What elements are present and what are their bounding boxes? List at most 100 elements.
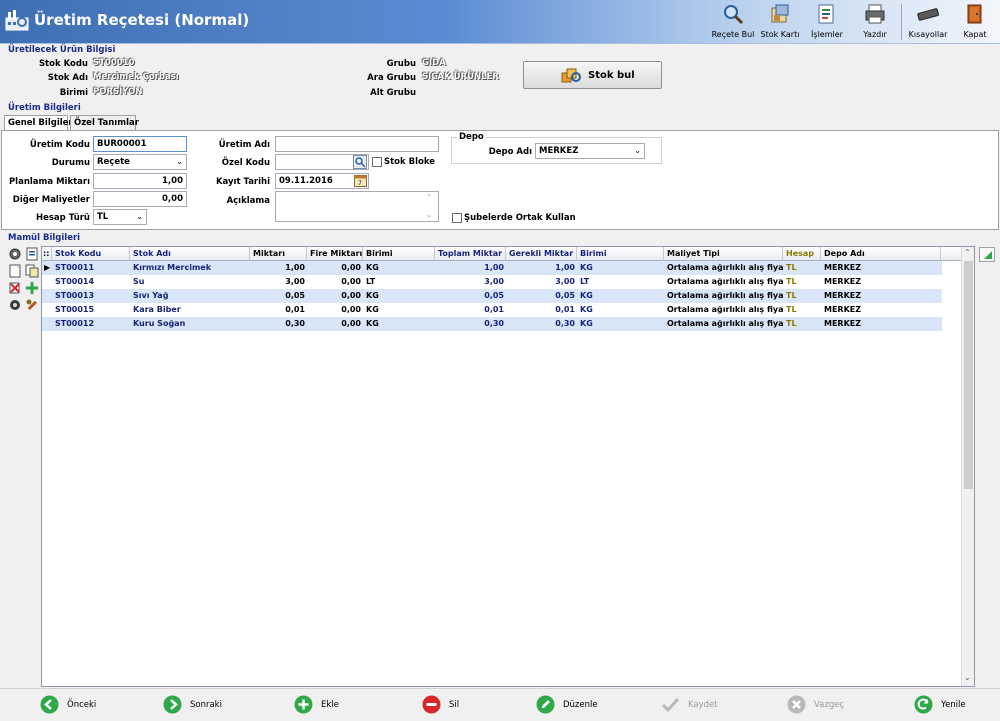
materials-title: Mamül Bilgileri [8, 233, 81, 243]
cell-fire-miktari: 0,00 [341, 291, 361, 300]
tab-ozel-tanimlar[interactable]: Özel Tanımlar [70, 115, 139, 131]
col-header-birimi-1[interactable]: Birimi [363, 247, 435, 261]
table-row[interactable]: ST00013 Sıvı Yağ 0,05 0,00 KG 0,05 0,05 … [42, 289, 942, 303]
cell-fire-miktari: 0,00 [341, 319, 361, 328]
col-header-stok-kodu[interactable]: Stok Kodu [52, 247, 130, 261]
factory-icon [5, 10, 29, 31]
col-header-birimi-2[interactable]: Birimi [577, 247, 664, 261]
table-row[interactable]: ▶ ST00011 Kırmızı Mercimek 1,00 0,00 KG … [42, 261, 942, 275]
uretim-kodu-input[interactable]: BUR00001 [93, 136, 187, 152]
cell-birimi-2: LT [580, 277, 590, 286]
column-chooser-button[interactable] [979, 247, 995, 262]
chevron-down-icon: ⌄ [176, 157, 183, 166]
stok-bloke-checkbox[interactable] [372, 157, 382, 167]
ara-grubu-label: Ara Grubu [367, 73, 416, 83]
tools-icon[interactable] [25, 298, 39, 312]
diger-maliyetler-input[interactable]: 0,00 [93, 191, 187, 207]
depo-adi-label: Depo Adı [488, 147, 532, 157]
col-header-hesap[interactable]: Hesap [783, 247, 821, 261]
settings-icon[interactable] [8, 298, 22, 312]
uretim-kodu-label: Üretim Kodu [29, 140, 90, 150]
cell-depo-adi: MERKEZ [824, 305, 862, 314]
planlama-miktari-label: Planlama Miktarı [8, 177, 90, 187]
gear-icon[interactable] [8, 247, 22, 261]
recete-bul-button[interactable]: Reçete Bul [709, 2, 757, 42]
delete-row-icon[interactable] [8, 281, 22, 295]
scroll-up-icon[interactable]: ⌃ [426, 193, 432, 201]
cell-stok-kodu: ST00014 [55, 277, 95, 286]
table-row[interactable]: ST00014 Su 3,00 0,00 LT 3,00 3,00 LT Ort… [42, 275, 942, 289]
scroll-up-arrow-icon[interactable]: ⌃ [964, 248, 971, 257]
cell-fire-miktari: 0,00 [341, 277, 361, 286]
operations-icon [818, 4, 834, 24]
scrollbar-thumb[interactable] [964, 261, 973, 489]
islemler-button[interactable]: İşlemler [806, 2, 848, 42]
stok-adi-label: Stok Adı [47, 73, 88, 83]
hesap-turu-select[interactable]: TL ⌄ [93, 209, 147, 225]
cell-maliyet-tipi: Ortalama ağırlıklı alış fiyatı [667, 263, 783, 272]
new-document-icon[interactable] [8, 264, 22, 278]
arrow-right-icon [163, 695, 182, 714]
cell-hesap: TL [786, 277, 797, 286]
edit-icon [536, 695, 555, 714]
add-row-icon[interactable] [25, 281, 39, 295]
planlama-miktari-input[interactable]: 1,00 [93, 173, 187, 189]
kaydet-label: Kaydet [688, 700, 718, 710]
cell-miktari: 1,00 [285, 263, 305, 272]
stok-karti-button[interactable]: Stok Kartı [758, 2, 802, 42]
aciklama-input[interactable] [275, 191, 439, 222]
col-header-maliyet-tipi[interactable]: Maliyet Tipi [664, 247, 783, 261]
keyboard-icon [917, 8, 939, 21]
cell-birimi: KG [366, 319, 379, 328]
refresh-icon [914, 695, 933, 714]
uretim-adi-input[interactable] [275, 136, 439, 152]
scroll-down-arrow-icon[interactable]: ⌄ [964, 673, 971, 682]
subelerde-checkbox[interactable] [452, 213, 462, 223]
stok-bul-button[interactable]: Stok bul [523, 61, 662, 89]
col-header-stok-adi[interactable]: Stok Adı [130, 247, 250, 261]
document-icon[interactable] [25, 247, 39, 261]
sonraki-label: Sonraki [190, 700, 222, 710]
kisayollar-button[interactable]: Kısayollar [905, 2, 951, 42]
stock-card-icon [771, 4, 789, 23]
grid-vertical-scrollbar[interactable]: ⌃ ⌄ [961, 247, 974, 686]
lookup-icon[interactable] [353, 155, 367, 169]
col-header-miktari[interactable]: Miktarı [250, 247, 307, 261]
product-info-title: Üretilecek Ürün Bilgisi [8, 45, 116, 55]
depo-adi-select[interactable]: MERKEZ ⌄ [535, 143, 645, 159]
ozel-kodu-label: Özel Kodu [221, 158, 270, 168]
uretim-adi-label: Üretim Adı [218, 140, 270, 150]
kapat-label: Kapat [963, 30, 987, 39]
cell-hesap: TL [786, 263, 797, 272]
scroll-down-icon[interactable]: ⌄ [426, 211, 432, 219]
row-selected-indicator-icon: ▶ [44, 263, 51, 272]
stok-bul-label: Stok bul [588, 70, 635, 81]
vazgec-label: Vazgeç [814, 700, 845, 710]
table-row[interactable]: ST00012 Kuru Soğan 0,30 0,00 KG 0,30 0,3… [42, 317, 942, 331]
col-header-depo-adi[interactable]: Depo Adı [821, 247, 941, 261]
copy-document-icon[interactable] [25, 264, 39, 278]
durumu-select[interactable]: Reçete ⌄ [93, 154, 187, 170]
arrow-left-icon [40, 695, 59, 714]
cell-toplam-miktar: 1,00 [484, 263, 504, 272]
title-bar: Üretim Reçetesi (Normal) [0, 0, 1000, 44]
hesap-turu-label: Hesap Türü [35, 213, 90, 223]
cell-maliyet-tipi: Ortalama ağırlıklı alış fiyatı [667, 305, 783, 314]
col-header-gerekli-miktar[interactable]: Gerekli Miktar [506, 247, 577, 261]
cell-stok-kodu: ST00012 [55, 319, 95, 328]
cell-gerekli-miktar: 3,00 [555, 277, 575, 286]
col-header-fire-miktari[interactable]: Fire Miktarı [307, 247, 363, 261]
cell-stok-kodu: ST00013 [55, 291, 95, 300]
calendar-icon[interactable]: 7 [354, 174, 367, 187]
cell-gerekli-miktar: 0,05 [555, 291, 575, 300]
diger-maliyetler-label: Diğer Maliyetler [12, 195, 90, 205]
col-header-toplam-miktar[interactable]: Toplam Miktar [435, 247, 506, 261]
stok-kodu-label: Stok Kodu [38, 59, 88, 69]
sil-label: Sil [449, 700, 460, 710]
chevron-down-icon: ⌄ [136, 212, 143, 221]
cell-maliyet-tipi: Ortalama ağırlıklı alış fiyatı [667, 291, 783, 300]
kapat-button[interactable]: Kapat [955, 2, 995, 42]
yazdir-button[interactable]: Yazdır [854, 2, 896, 42]
table-row[interactable]: ST00015 Kara Biber 0,01 0,00 KG 0,01 0,0… [42, 303, 942, 317]
depo-adi-value: MERKEZ [539, 146, 579, 156]
